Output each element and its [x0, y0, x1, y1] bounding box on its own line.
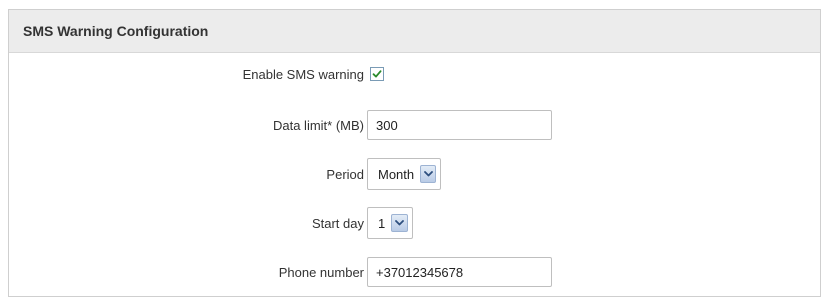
- start-day-control: 1: [367, 207, 413, 239]
- period-label: Period: [326, 166, 364, 182]
- phone-number-row: Phone number: [9, 256, 820, 288]
- period-row: Period Month: [9, 158, 820, 190]
- period-selected-value: Month: [378, 166, 415, 182]
- enable-sms-warning-label: Enable SMS warning: [242, 66, 364, 82]
- panel-title: SMS Warning Configuration: [23, 23, 209, 39]
- enable-sms-warning-checkbox[interactable]: [370, 67, 384, 81]
- start-day-label: Start day: [311, 215, 364, 231]
- data-limit-input[interactable]: [367, 110, 552, 140]
- checkmark-icon: [372, 70, 382, 78]
- start-day-selected-value: 1: [378, 215, 386, 231]
- sms-warning-panel: SMS Warning Configuration Enable SMS war…: [8, 9, 821, 297]
- period-select[interactable]: Month: [367, 158, 441, 190]
- phone-number-input[interactable]: [367, 257, 552, 287]
- start-day-select[interactable]: 1: [367, 207, 413, 239]
- phone-number-control: [367, 256, 552, 288]
- data-limit-row: Data limit* (MB): [9, 109, 820, 141]
- data-limit-label: Data limit* (MB): [272, 117, 364, 133]
- chevron-down-icon[interactable]: [391, 214, 408, 232]
- data-limit-control: [367, 109, 552, 141]
- panel-header: SMS Warning Configuration: [9, 10, 820, 53]
- enable-sms-warning-row: Enable SMS warning: [9, 58, 820, 90]
- period-control: Month: [367, 158, 441, 190]
- enable-sms-warning-control: [367, 58, 384, 90]
- start-day-row: Start day 1: [9, 207, 820, 239]
- chevron-down-icon[interactable]: [420, 165, 436, 183]
- phone-number-label: Phone number: [278, 264, 364, 280]
